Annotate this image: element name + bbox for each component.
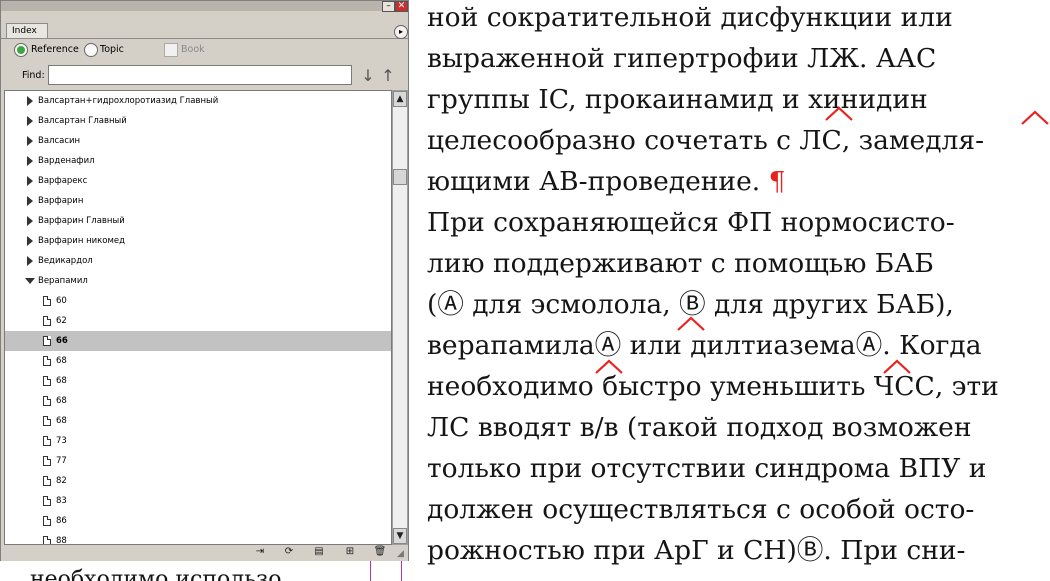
generate-index-icon[interactable]: ▤	[312, 545, 326, 559]
page-reference-row[interactable]: 68	[5, 391, 391, 411]
page-reference-row[interactable]: 68	[5, 371, 391, 391]
page-icon	[43, 336, 51, 346]
page-icon	[43, 396, 51, 406]
book-label: Book	[181, 44, 205, 55]
expand-triangle-icon[interactable]	[27, 96, 33, 106]
tab-index[interactable]: Index	[6, 23, 48, 38]
page-icon	[43, 296, 51, 306]
page-icon	[43, 536, 51, 544]
paragraph-mark: ¶	[768, 166, 786, 197]
page-reference-row-selected[interactable]: 66	[5, 331, 391, 351]
page-reference-row[interactable]: 62	[5, 311, 391, 331]
close-button[interactable]: ✕	[395, 1, 408, 12]
index-entry-list[interactable]: Валсартан+гидрохлоротиазид Главный Валса…	[4, 90, 392, 545]
find-previous-button[interactable]: ↑	[380, 65, 396, 87]
update-preview-icon[interactable]: ⟳	[282, 545, 296, 559]
page-reference-row[interactable]: 88	[5, 531, 391, 544]
index-panel[interactable]: – ✕ Index ▸ Reference Topic Book Find: ↓…	[0, 0, 409, 561]
book-checkbox[interactable]	[164, 43, 178, 57]
list-item[interactable]: Валсартан+гидрохлоротиазид Главный	[5, 91, 391, 111]
text-frame[interactable]: ной сократительной дисфункции или выраже…	[403, 0, 1050, 581]
expand-triangle-icon[interactable]	[27, 156, 33, 166]
find-input[interactable]	[48, 65, 352, 85]
new-entry-icon[interactable]: ⊞	[343, 545, 357, 559]
scroll-thumb[interactable]	[393, 169, 407, 185]
reference-label: Reference	[31, 44, 79, 55]
doc-line[interactable]: верапамилаⒶ или дилтиаземаⒶ. Когда	[427, 326, 1043, 366]
list-item[interactable]: Варфарин	[5, 191, 391, 211]
expand-triangle-icon[interactable]	[27, 196, 33, 206]
doc-line[interactable]: необходимо быстро уменьшить ЧСС, эти	[427, 367, 1043, 407]
resize-grip-icon[interactable]: ◢	[397, 549, 407, 559]
hidden-text-peek: необходимо использо	[30, 567, 282, 581]
page-icon	[43, 416, 51, 426]
page-icon	[43, 456, 51, 466]
list-item[interactable]: Валсартан Главный	[5, 111, 391, 131]
find-next-button[interactable]: ↓	[360, 65, 376, 87]
reference-radio[interactable]	[14, 43, 28, 57]
doc-line[interactable]: выраженной гипертрофии ЛЖ. ААС	[427, 39, 1043, 79]
scroll-up-button[interactable]: ▲	[393, 91, 407, 107]
doc-line[interactable]: целесообразно сочетать с ЛС, замедля-	[427, 121, 1043, 161]
page-icon	[43, 356, 51, 366]
page-icon	[43, 516, 51, 526]
page-reference-row[interactable]: 86	[5, 511, 391, 531]
expand-triangle-icon[interactable]	[27, 116, 33, 126]
delete-entry-icon[interactable]: 🗑	[373, 545, 387, 559]
doc-line[interactable]: ной сократительной дисфункции или	[427, 0, 1043, 38]
doc-line[interactable]: группы IC, прокаинамид и хинидин	[427, 80, 1043, 120]
expand-triangle-icon[interactable]	[27, 216, 33, 226]
collapse-triangle-icon[interactable]	[25, 278, 35, 284]
list-item[interactable]: Валсасин	[5, 131, 391, 151]
topic-label: Topic	[100, 44, 124, 55]
expand-triangle-icon[interactable]	[27, 176, 33, 186]
page-reference-row[interactable]: 73	[5, 431, 391, 451]
expand-triangle-icon[interactable]	[27, 256, 33, 266]
list-item[interactable]: Верапамил	[5, 271, 391, 291]
topic-radio[interactable]	[84, 43, 98, 57]
find-label: Find:	[22, 70, 45, 81]
page-icon	[43, 496, 51, 506]
doc-line[interactable]: ЛС вводят в/в (такой подход возможен	[427, 408, 1043, 448]
scroll-down-button[interactable]: ▼	[393, 528, 407, 544]
minimize-button[interactable]: –	[382, 1, 395, 12]
doc-line[interactable]: ющими АВ-проведение. ¶	[427, 162, 1043, 202]
doc-line[interactable]: При сохраняющейся ФП нормосисто-	[427, 203, 1043, 243]
panel-titlebar[interactable]	[1, 1, 408, 11]
expand-triangle-icon[interactable]	[27, 236, 33, 246]
tab-divider	[1, 38, 408, 39]
panel-menu-icon[interactable]: ▸	[394, 25, 408, 39]
page-reference-row[interactable]: 82	[5, 471, 391, 491]
list-item[interactable]: Варфарин Главный	[5, 211, 391, 231]
page-icon	[43, 316, 51, 326]
page-reference-row[interactable]: 60	[5, 291, 391, 311]
list-item[interactable]: Варденафил	[5, 151, 391, 171]
list-item[interactable]: Ведикардол	[5, 251, 391, 271]
doc-line[interactable]: должен осуществляться с особой осто-	[427, 490, 1043, 530]
page-icon	[43, 476, 51, 486]
doc-line[interactable]: рожностью при АрГ и СН)Ⓑ. При сни-	[427, 531, 1043, 571]
doc-line[interactable]: (Ⓐ для эсмолола, Ⓑ для других БАБ),	[427, 285, 1043, 325]
go-to-entry-icon[interactable]: ⇥	[253, 545, 267, 559]
page-reference-row[interactable]: 83	[5, 491, 391, 511]
doc-line[interactable]: только при отсутствии синдрома ВПУ и	[427, 449, 1043, 489]
expand-triangle-icon[interactable]	[27, 136, 33, 146]
doc-line[interactable]: лию поддерживают с помощью БАБ	[427, 244, 1043, 284]
page-reference-row[interactable]: 68	[5, 351, 391, 371]
page-reference-row[interactable]: 77	[5, 451, 391, 471]
page-reference-row[interactable]: 68	[5, 411, 391, 431]
page-icon	[43, 436, 51, 446]
list-item[interactable]: Варфарин никомед	[5, 231, 391, 251]
page-icon	[43, 376, 51, 386]
doc-text[interactable]: ющими АВ-проведение.	[427, 166, 760, 197]
vertical-scrollbar[interactable]: ▲ ▼	[392, 90, 408, 545]
list-item[interactable]: Варфарекс	[5, 171, 391, 191]
